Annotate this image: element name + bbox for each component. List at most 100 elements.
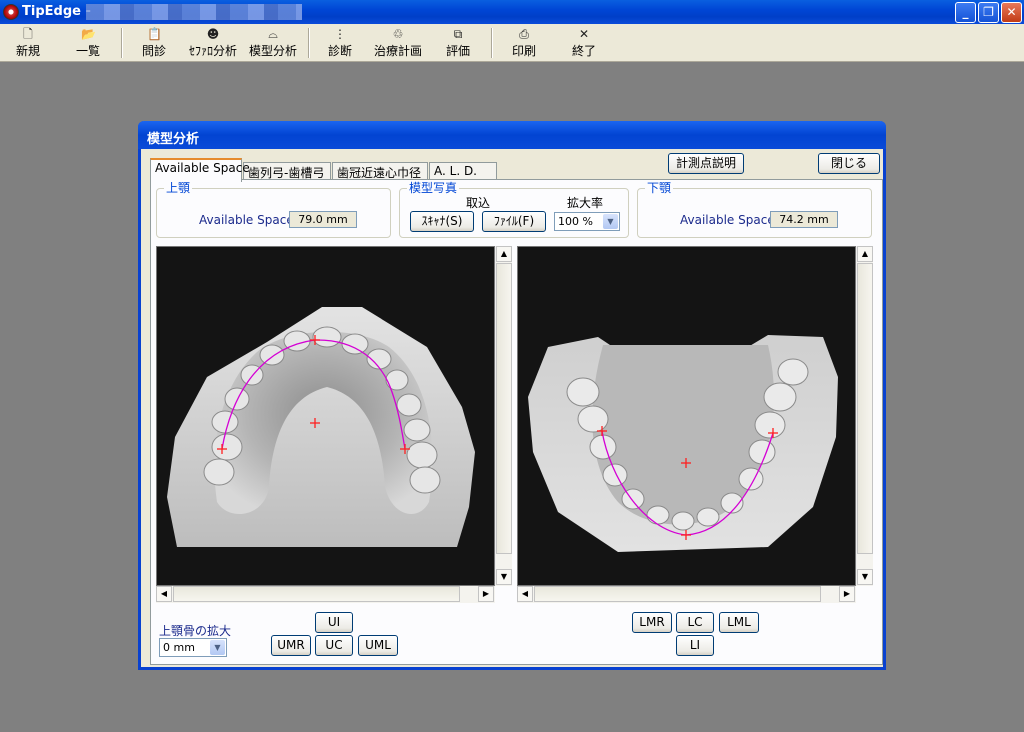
toolbar-separator bbox=[491, 28, 493, 58]
upper-available-space-label: Available Space bbox=[199, 213, 294, 227]
toolbar-questionnaire-button[interactable]: 📋 問診 bbox=[134, 26, 174, 60]
lower-vertical-scrollbar[interactable]: ▲ ▼ bbox=[856, 246, 873, 586]
exit-icon: ✕ bbox=[578, 27, 590, 41]
toolbar-exit-label: 終了 bbox=[571, 44, 596, 58]
tab-available-space[interactable]: Available Space bbox=[150, 158, 250, 182]
point-lc-button[interactable]: LC bbox=[676, 612, 714, 633]
point-umr-button[interactable]: UMR bbox=[271, 635, 311, 656]
toolbar-print-label: 印刷 bbox=[511, 44, 536, 58]
scroll-up-icon[interactable]: ▲ bbox=[496, 246, 512, 262]
toolbar-diagnosis-button[interactable]: ⋮ 診断 bbox=[320, 26, 360, 60]
point-ui-button[interactable]: UI bbox=[315, 612, 353, 633]
treatment-plan-icon: ♲ bbox=[392, 27, 404, 41]
scroll-left-icon[interactable]: ◀ bbox=[517, 586, 533, 602]
tab-content-panel: 上顎 Available Space 79.0 mm 模型写真 取込 拡大率 ｽ… bbox=[150, 179, 883, 665]
lower-jaw-model-image bbox=[518, 247, 855, 585]
chevron-down-icon[interactable]: ▼ bbox=[210, 640, 225, 655]
lower-available-space-value: 74.2 mm bbox=[770, 211, 838, 228]
toolbar-new-label: 新規 bbox=[15, 44, 40, 58]
upper-bone-expansion-label: 上顎骨の拡大 bbox=[159, 624, 232, 638]
main-toolbar: 🗋 新規 📂 一覧 📋 問診 ☻ ｾﾌｧﾛ分析 ⌓ 模型分析 ⋮ 診断 ♲ 治療… bbox=[0, 24, 1024, 62]
lower-jaw-image-viewer[interactable] bbox=[517, 246, 856, 586]
toolbar-list-button[interactable]: 📂 一覧 bbox=[68, 26, 108, 60]
upper-bone-expansion-value: 0 mm bbox=[163, 641, 195, 654]
toolbar-separator bbox=[121, 28, 123, 58]
model-analysis-dialog: 模型分析 Available Space 歯列弓-歯槽弓 歯冠近遠心巾径 A. … bbox=[138, 121, 886, 670]
close-button[interactable]: ✕ bbox=[1001, 2, 1022, 23]
redacted-patient-name bbox=[86, 4, 302, 20]
zoom-label: 拡大率 bbox=[567, 196, 604, 210]
toolbar-cephalo-button[interactable]: ☻ ｾﾌｧﾛ分析 bbox=[184, 26, 242, 60]
point-lml-button[interactable]: LML bbox=[719, 612, 759, 633]
open-folder-icon: 📂 bbox=[81, 27, 96, 41]
toolbar-model-analysis-button[interactable]: ⌓ 模型分析 bbox=[246, 26, 300, 60]
minimize-button[interactable]: _ bbox=[955, 2, 976, 23]
maximize-button[interactable]: ❐ bbox=[978, 2, 999, 23]
toolbar-treatment-plan-button[interactable]: ♲ 治療計画 bbox=[370, 26, 426, 60]
toolbar-model-analysis-label: 模型分析 bbox=[248, 44, 297, 58]
scroll-down-icon[interactable]: ▼ bbox=[857, 569, 873, 585]
cephalo-analysis-icon: ☻ bbox=[206, 27, 220, 41]
toolbar-list-label: 一覧 bbox=[75, 44, 100, 58]
upper-vertical-scrollbar[interactable]: ▲ ▼ bbox=[495, 246, 512, 586]
upper-available-space-value: 79.0 mm bbox=[289, 211, 357, 228]
chevron-down-icon[interactable]: ▼ bbox=[603, 214, 618, 229]
upper-bone-expansion-select[interactable]: 0 mm ▼ bbox=[159, 638, 227, 657]
tab-crown-width[interactable]: 歯冠近遠心巾径 bbox=[332, 162, 428, 180]
upper-jaw-model-image bbox=[157, 247, 494, 585]
zoom-select[interactable]: 100 % ▼ bbox=[554, 212, 620, 231]
scanner-button[interactable]: ｽｷｬﾅ(S) bbox=[410, 211, 474, 232]
lower-jaw-group: 下顎 Available Space 74.2 mm bbox=[637, 181, 872, 238]
dialog-title-bar: 模型分析 bbox=[138, 121, 886, 149]
point-lmr-button[interactable]: LMR bbox=[632, 612, 672, 633]
scroll-up-icon[interactable]: ▲ bbox=[857, 246, 873, 262]
capture-label: 取込 bbox=[466, 196, 491, 210]
upper-jaw-image-viewer[interactable] bbox=[156, 246, 495, 586]
scroll-thumb[interactable] bbox=[857, 263, 873, 554]
toolbar-cephalo-label: ｾﾌｧﾛ分析 bbox=[188, 44, 237, 58]
app-title: TipEdge - bbox=[22, 4, 91, 19]
toolbar-separator bbox=[308, 28, 310, 58]
scroll-down-icon[interactable]: ▼ bbox=[496, 569, 512, 585]
toolbar-exit-button[interactable]: ✕ 終了 bbox=[564, 26, 604, 60]
upper-jaw-group: 上顎 Available Space 79.0 mm bbox=[156, 181, 391, 238]
toolbar-treatment-plan-label: 治療計画 bbox=[373, 44, 422, 58]
measure-point-button[interactable]: 計測点説明 bbox=[668, 153, 744, 174]
scroll-thumb[interactable] bbox=[496, 263, 512, 554]
point-uc-button[interactable]: UC bbox=[315, 635, 353, 656]
model-photo-legend: 模型写真 bbox=[407, 181, 460, 195]
scroll-right-icon[interactable]: ▶ bbox=[478, 586, 494, 602]
toolbar-evaluation-label: 評価 bbox=[445, 44, 470, 58]
evaluation-icon: ⧉ bbox=[453, 27, 463, 41]
dialog-title: 模型分析 bbox=[147, 132, 200, 147]
toolbar-new-button[interactable]: 🗋 新規 bbox=[8, 26, 48, 60]
toolbar-questionnaire-label: 問診 bbox=[141, 44, 166, 58]
lower-horizontal-scrollbar[interactable]: ◀ ▶ bbox=[517, 586, 856, 603]
toolbar-print-button[interactable]: ⎙ 印刷 bbox=[504, 26, 544, 60]
lower-jaw-legend: 下顎 bbox=[645, 181, 674, 195]
questionnaire-icon: 📋 bbox=[147, 27, 162, 41]
scroll-thumb[interactable] bbox=[173, 586, 460, 602]
model-analysis-icon: ⌓ bbox=[268, 27, 278, 41]
diagnosis-icon: ⋮ bbox=[334, 27, 346, 41]
scroll-left-icon[interactable]: ◀ bbox=[156, 586, 172, 602]
model-photo-group: 模型写真 取込 拡大率 ｽｷｬﾅ(S) ﾌｧｲﾙ(F) 100 % ▼ bbox=[399, 181, 629, 238]
point-li-button[interactable]: LI bbox=[676, 635, 714, 656]
app-icon[interactable] bbox=[3, 4, 19, 20]
print-icon: ⎙ bbox=[519, 27, 529, 41]
tab-arch-alveolar[interactable]: 歯列弓-歯槽弓 bbox=[243, 162, 331, 180]
file-button[interactable]: ﾌｧｲﾙ(F) bbox=[482, 211, 546, 232]
upper-horizontal-scrollbar[interactable]: ◀ ▶ bbox=[156, 586, 495, 603]
new-file-icon: 🗋 bbox=[23, 27, 33, 41]
zoom-select-value: 100 % bbox=[558, 215, 593, 228]
tab-ald[interactable]: A. L. D. bbox=[429, 162, 497, 180]
dialog-close-button[interactable]: 閉じる bbox=[818, 153, 880, 174]
main-title-bar: TipEdge - _ ❐ ✕ bbox=[0, 0, 1024, 24]
point-uml-button[interactable]: UML bbox=[358, 635, 398, 656]
upper-jaw-legend: 上顎 bbox=[164, 181, 193, 195]
scroll-right-icon[interactable]: ▶ bbox=[839, 586, 855, 602]
scroll-thumb[interactable] bbox=[534, 586, 821, 602]
lower-available-space-label: Available Space bbox=[680, 213, 775, 227]
toolbar-evaluation-button[interactable]: ⧉ 評価 bbox=[438, 26, 478, 60]
toolbar-diagnosis-label: 診断 bbox=[327, 44, 352, 58]
